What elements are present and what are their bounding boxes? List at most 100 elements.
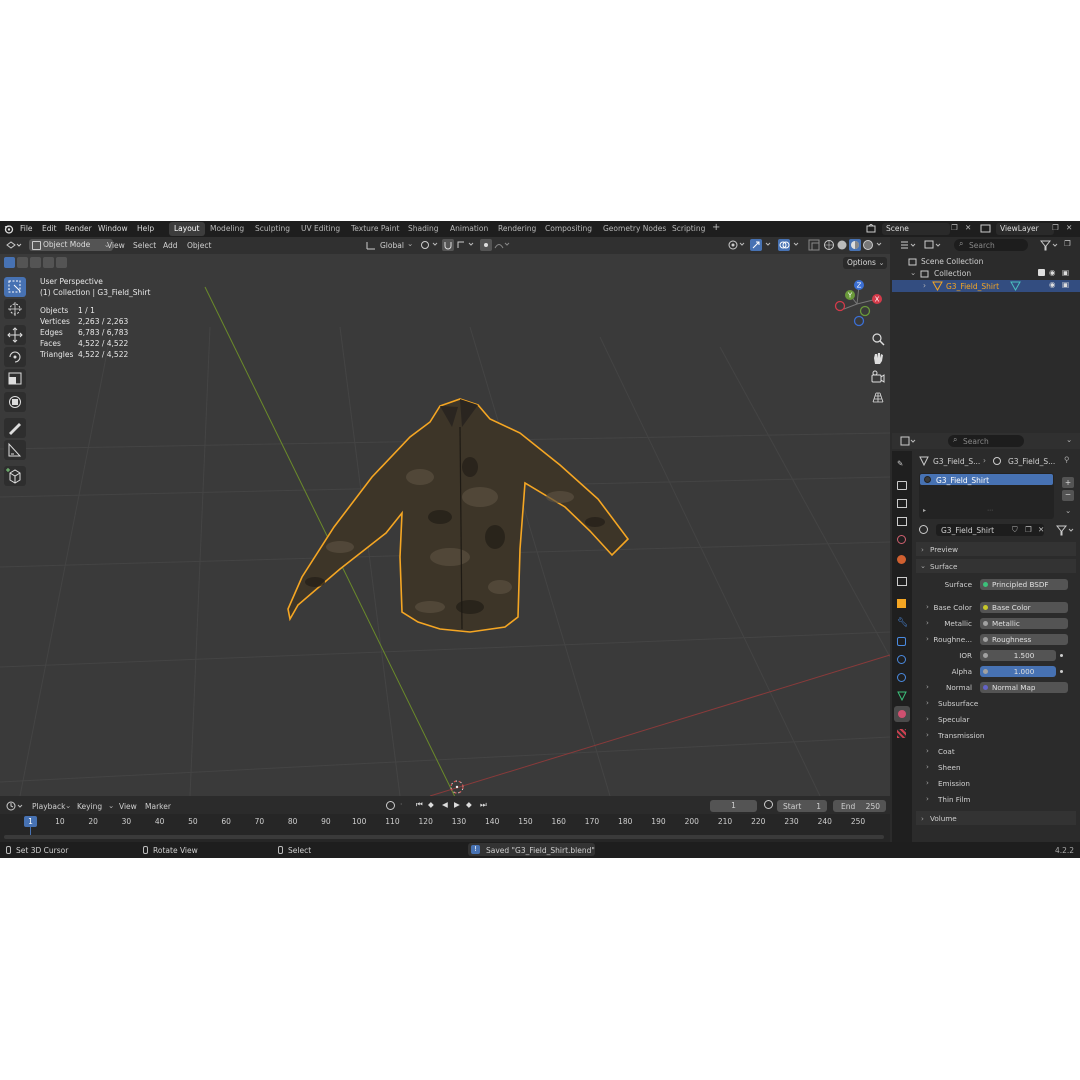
- close-scene-icon[interactable]: ✕: [965, 223, 971, 232]
- eye-icon[interactable]: ◉: [1049, 268, 1056, 277]
- select-intersect-icon[interactable]: [56, 257, 67, 268]
- collapsed-chevron-icon[interactable]: ›: [926, 794, 929, 803]
- visibility-selectability-icon[interactable]: [727, 239, 747, 251]
- normal-field[interactable]: Normal Map: [980, 682, 1068, 693]
- metallic-field[interactable]: Metallic: [980, 618, 1068, 629]
- specular-panel[interactable]: Specular: [938, 715, 969, 724]
- rotate-tool[interactable]: [4, 347, 26, 367]
- close-view-layer-icon[interactable]: ✕: [1066, 223, 1072, 232]
- properties-search-input[interactable]: ⌕ Search: [948, 435, 1024, 447]
- collapsed-chevron-icon[interactable]: ›: [926, 778, 929, 787]
- outliner-search-input[interactable]: ⌕ Search: [954, 239, 1028, 251]
- pin-icon[interactable]: ⚲: [1064, 455, 1070, 464]
- outliner-editor-type-icon[interactable]: [900, 240, 916, 251]
- blender-logo-icon[interactable]: [4, 224, 14, 234]
- preview-section[interactable]: › Preview: [916, 542, 1076, 556]
- properties-editor-type-icon[interactable]: [900, 436, 916, 447]
- copy-view-layer-icon[interactable]: ❐: [1052, 223, 1059, 232]
- collapsed-chevron-icon[interactable]: ›: [926, 746, 929, 755]
- timeline-scrollbar[interactable]: [4, 835, 884, 839]
- menu-file[interactable]: File: [20, 224, 33, 233]
- tool-tab-icon[interactable]: ✎: [897, 459, 907, 469]
- unlink-material-icon[interactable]: ✕: [1038, 525, 1044, 534]
- options-dropdown[interactable]: Options ⌄: [843, 257, 887, 269]
- select-box-tool[interactable]: [4, 277, 26, 297]
- scene-icon[interactable]: [866, 224, 878, 234]
- navigation-gizmo[interactable]: Z Y X: [830, 277, 888, 329]
- collapsed-chevron-icon[interactable]: ›: [926, 762, 929, 771]
- snap-target-icon[interactable]: [456, 240, 476, 250]
- object-tab-icon[interactable]: [897, 599, 906, 608]
- gizmo-toggle-icon[interactable]: [750, 239, 776, 251]
- constraints-tab-icon[interactable]: [897, 673, 906, 682]
- slot-specials-chevron-icon[interactable]: ⌄: [1065, 506, 1071, 515]
- collapsed-chevron-icon[interactable]: ›: [926, 634, 929, 643]
- menu-help[interactable]: Help: [137, 224, 154, 233]
- overlays-toggle-icon[interactable]: [778, 239, 804, 251]
- tab-rendering[interactable]: Rendering: [498, 224, 536, 233]
- viewport-menu-add[interactable]: Add: [163, 241, 178, 250]
- surface-section-header[interactable]: ⌄ Surface: [916, 559, 1076, 573]
- status-report[interactable]: ! Saved "G3_Field_Shirt.blend": [468, 843, 595, 856]
- keyframe-dot-icon[interactable]: [1060, 654, 1063, 657]
- eye-icon[interactable]: ◉: [1049, 280, 1056, 289]
- expand-right-icon[interactable]: ▸: [923, 507, 926, 514]
- outliner-row-collection[interactable]: ⌄ Collection ◉ ▣: [892, 268, 1080, 279]
- coat-panel[interactable]: Coat: [938, 747, 955, 756]
- keyframe-dot-icon[interactable]: [1060, 670, 1063, 673]
- roughness-field[interactable]: Roughness: [980, 634, 1068, 645]
- camera-icon[interactable]: ▣: [1062, 268, 1069, 277]
- remove-slot-button[interactable]: −: [1062, 490, 1074, 501]
- duplicate-material-icon[interactable]: ❐: [1025, 525, 1032, 534]
- display-mode-icon[interactable]: [924, 240, 942, 251]
- add-workspace-icon[interactable]: +: [712, 222, 720, 233]
- menu-edit[interactable]: Edit: [42, 224, 57, 233]
- collapsed-chevron-icon[interactable]: ›: [926, 698, 929, 707]
- viewport-menu-view[interactable]: View: [107, 241, 125, 250]
- collapsed-chevron-icon[interactable]: ›: [926, 730, 929, 739]
- data-tab-icon[interactable]: [897, 691, 907, 701]
- shading-mode-icons[interactable]: [823, 239, 885, 251]
- physics-tab-icon[interactable]: [897, 655, 906, 664]
- falloff-icon[interactable]: [494, 240, 510, 250]
- mesh-data-icon[interactable]: [1010, 281, 1021, 291]
- material-link-filter-icon[interactable]: [1056, 525, 1076, 536]
- surface-shader-field[interactable]: Principled BSDF: [980, 579, 1068, 590]
- cursor-tool[interactable]: [4, 299, 26, 319]
- scene-tab-icon[interactable]: [897, 535, 906, 544]
- transmission-panel[interactable]: Transmission: [938, 731, 984, 740]
- mode-selector[interactable]: Object Mode ⌄: [29, 239, 113, 251]
- toggle-perspective-icon[interactable]: [870, 389, 886, 405]
- viewport-menu-object[interactable]: Object: [187, 241, 211, 250]
- scene-selector[interactable]: Scene: [882, 223, 950, 235]
- emission-panel[interactable]: Emission: [938, 779, 970, 788]
- view-layer-selector[interactable]: ViewLayer: [996, 223, 1054, 235]
- viewport-menu-select[interactable]: Select: [133, 241, 156, 250]
- transform-orientation-selector[interactable]: Global ⌄: [366, 239, 414, 251]
- collapsed-chevron-icon[interactable]: ›: [926, 618, 929, 627]
- camera-view-icon[interactable]: [870, 370, 886, 386]
- playhead[interactable]: 1: [24, 816, 37, 827]
- tab-geometry-nodes[interactable]: Geometry Nodes: [603, 224, 666, 233]
- pivot-point-icon[interactable]: [420, 240, 440, 250]
- view-layer-icon[interactable]: [980, 224, 992, 234]
- snap-icon[interactable]: [442, 239, 454, 251]
- select-new-icon[interactable]: [4, 257, 15, 268]
- modifier-tab-icon[interactable]: 🔧︎: [897, 618, 908, 628]
- tab-sculpting[interactable]: Sculpting: [255, 224, 290, 233]
- scale-tool[interactable]: [4, 369, 26, 389]
- menu-render[interactable]: Render: [65, 224, 92, 233]
- select-subtract-icon[interactable]: [30, 257, 41, 268]
- outliner-row-scene-collection[interactable]: Scene Collection: [892, 256, 1080, 267]
- camera-icon[interactable]: ▣: [1062, 280, 1069, 289]
- chevron-down-icon[interactable]: ⌄: [1066, 435, 1072, 444]
- view-layer-tab-icon[interactable]: [897, 517, 907, 526]
- annotate-tool[interactable]: [4, 418, 26, 438]
- expand-down-icon[interactable]: ⌄: [910, 268, 916, 277]
- collapsed-chevron-icon[interactable]: ›: [926, 714, 929, 723]
- collection-tab-icon[interactable]: [897, 577, 907, 586]
- outliner-row-object[interactable]: › G3_Field_Shirt ◉ ▣: [892, 280, 1080, 292]
- tab-compositing[interactable]: Compositing: [545, 224, 592, 233]
- tab-texture-paint[interactable]: Texture Paint: [351, 224, 399, 233]
- tab-layout[interactable]: Layout: [169, 222, 205, 236]
